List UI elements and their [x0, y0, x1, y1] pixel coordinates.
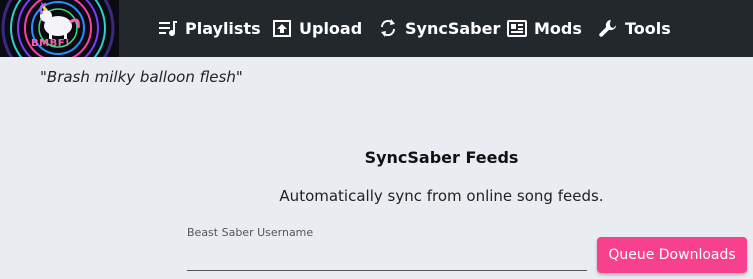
page-description: Automatically sync from online song feed…	[279, 187, 604, 205]
playlist-icon	[158, 18, 178, 38]
nav-item-label: Playlists	[185, 18, 261, 38]
username-input[interactable]	[187, 244, 587, 271]
logo-text: BMBF!	[31, 38, 71, 49]
page-title: SyncSaber Feeds	[364, 148, 519, 167]
app-logo[interactable]: BMBF!	[0, 0, 119, 57]
nav-item-label: Upload	[299, 18, 363, 38]
wrench-icon	[598, 18, 618, 38]
top-navbar: BMBF! Playlists Upload SyncSaber Mods To…	[0, 0, 753, 57]
nav-item-label: Mods	[534, 18, 582, 38]
upload-icon	[272, 18, 292, 38]
nav-item-syncsaber[interactable]: SyncSaber	[378, 15, 500, 41]
nav-item-playlists[interactable]: Playlists	[158, 15, 261, 41]
nav-item-mods[interactable]: Mods	[507, 15, 582, 41]
nav-item-tools[interactable]: Tools	[598, 15, 671, 41]
nav-item-label: Tools	[625, 18, 671, 38]
sync-icon	[378, 18, 398, 38]
nav-item-label: SyncSaber	[405, 18, 501, 38]
mods-icon	[507, 18, 527, 38]
queue-downloads-button[interactable]: Queue Downloads	[597, 237, 747, 273]
nav-item-upload[interactable]: Upload	[272, 15, 362, 41]
username-field-label: Beast Saber Username	[187, 226, 314, 239]
quote-text: "Brash milky balloon flesh"	[40, 68, 243, 86]
